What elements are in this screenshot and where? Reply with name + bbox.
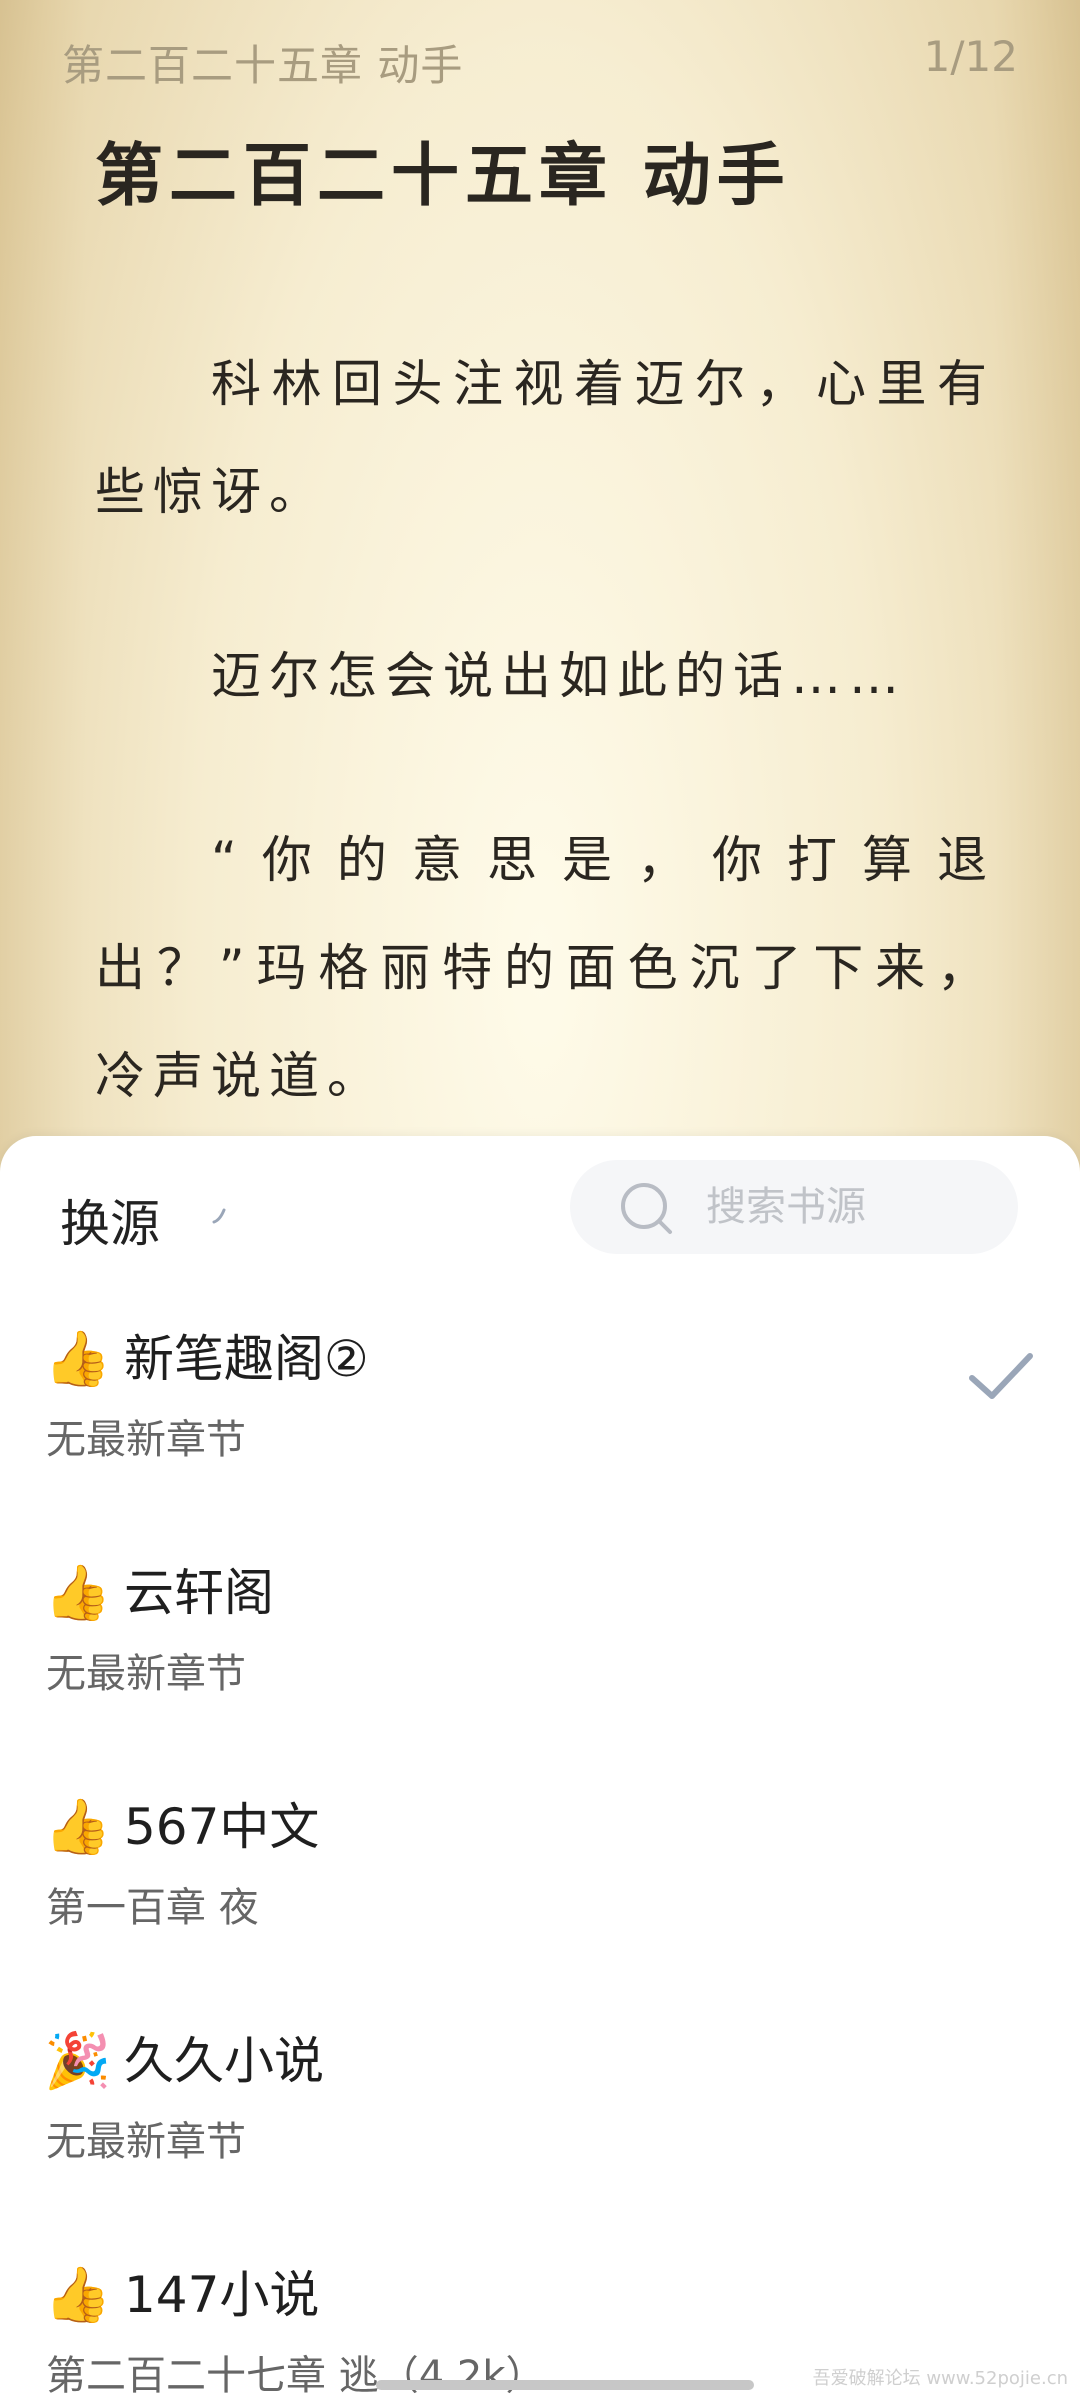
source-item[interactable]: 👍 新笔趣阁② 无最新章节 — [0, 1314, 1080, 1548]
change-source-sheet: 换源 👍 新笔趣阁② 无最新章节 👍 云轩阁 无最新章节 👍 — [0, 1136, 1080, 2400]
source-latest-chapter: 无最新章节 — [46, 1651, 246, 1697]
watermark: 吾爱破解论坛 www.52pojie.cn — [812, 2368, 1068, 2389]
sheet-header: 换源 — [0, 1136, 1080, 1276]
paragraph: 迈尔怎会说出如此的话…… — [211, 647, 907, 705]
source-latest-chapter: 第一百章 夜 — [46, 1885, 259, 1931]
source-item[interactable]: 👍 云轩阁 无最新章节 — [0, 1548, 1080, 1782]
reader-header: 第二百二十五章 动手 1/12 — [62, 32, 1018, 90]
header-chapter-name: 第二百二十五章 动手 — [62, 41, 464, 90]
home-indicator[interactable] — [376, 2380, 754, 2390]
source-search-input[interactable] — [706, 1174, 996, 1240]
party-popper-icon: 🎉 — [44, 2029, 112, 2092]
source-name: 久久小说 — [124, 2032, 324, 2090]
page-indicator: 1/12 — [923, 32, 1018, 81]
paragraph: 科林回头注视着迈尔，心里有些惊讶。 — [95, 355, 995, 521]
search-icon — [621, 1183, 672, 1234]
source-item[interactable]: 👍 567中文 第一百章 夜 — [0, 1782, 1080, 2016]
thumbs-up-icon: 👍 — [44, 1327, 112, 1390]
source-latest-chapter: 无最新章节 — [46, 1417, 246, 1463]
source-name: 147小说 — [124, 2266, 320, 2324]
source-list: 👍 新笔趣阁② 无最新章节 👍 云轩阁 无最新章节 👍 567中文 第一百章 夜… — [0, 1314, 1080, 2400]
loading-spinner-icon — [212, 1208, 226, 1224]
source-name: 新笔趣阁② — [124, 1330, 369, 1388]
source-item[interactable]: 🎉 久久小说 无最新章节 — [0, 2016, 1080, 2250]
checkmark-icon — [969, 1353, 1033, 1399]
source-latest-chapter: 无最新章节 — [46, 2119, 246, 2165]
source-latest-chapter: 第二百二十七章 逃（4.2k） — [46, 2353, 546, 2399]
paragraph: “你的意思是，你打算退出？”玛格丽特的面色沉了下来，冷声说道。 — [95, 831, 995, 1105]
sheet-title: 换源 — [60, 1195, 160, 1253]
thumbs-up-icon: 👍 — [44, 2263, 112, 2326]
thumbs-up-icon: 👍 — [44, 1561, 112, 1624]
thumbs-up-icon: 👍 — [44, 1795, 112, 1858]
source-name: 567中文 — [124, 1798, 320, 1856]
chapter-title: 第二百二十五章 动手 — [95, 137, 791, 216]
source-name: 云轩阁 — [124, 1564, 274, 1622]
chapter-content: 科林回头注视着迈尔，心里有些惊讶。 迈尔怎会说出如此的话…… “你的意思是，你打… — [95, 330, 995, 1206]
source-search-box[interactable] — [570, 1160, 1018, 1254]
